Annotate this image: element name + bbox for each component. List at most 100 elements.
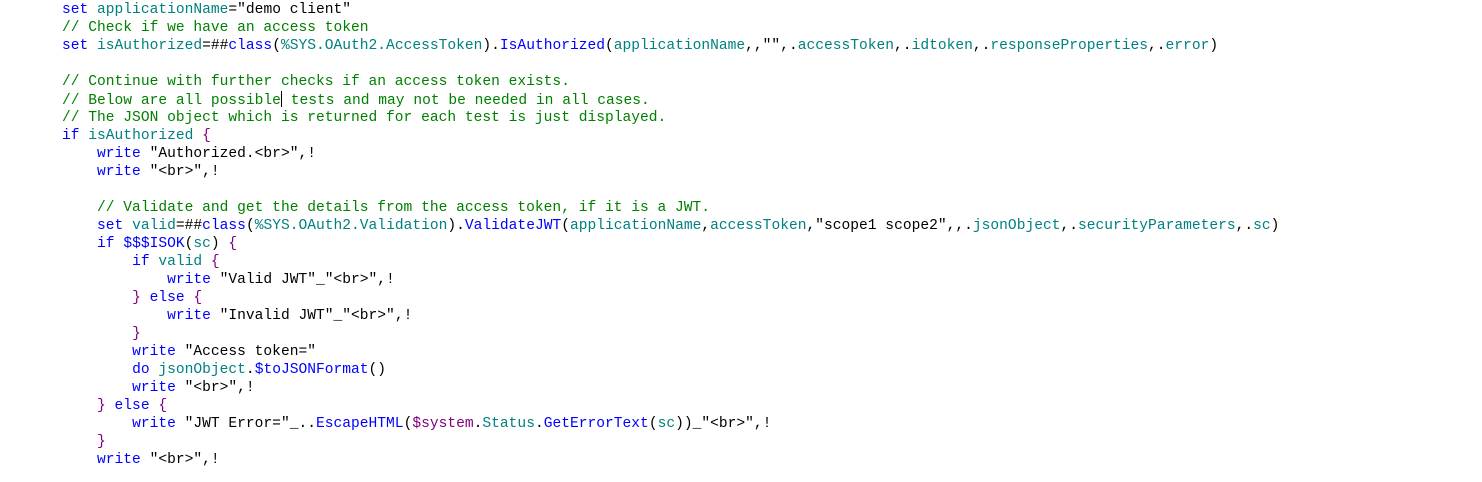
code-line[interactable]: write "<br>",! bbox=[62, 451, 1472, 469]
code-token: { bbox=[210, 254, 220, 270]
code-line[interactable]: if isAuthorized { bbox=[62, 127, 1472, 145]
code-line[interactable]: // Continue with further checks if an ac… bbox=[62, 73, 1472, 91]
code-token: accessToken bbox=[710, 218, 807, 234]
code-token: applicationName bbox=[570, 218, 702, 234]
code-line[interactable]: } bbox=[62, 433, 1472, 451]
code-token: $system bbox=[412, 416, 474, 432]
code-token: isAuthorized bbox=[97, 38, 203, 54]
code-token: "<br>" bbox=[149, 452, 203, 468]
code-token: , bbox=[701, 218, 711, 234]
code-line[interactable]: do jsonObject.$toJSONFormat() bbox=[62, 361, 1472, 379]
code-line[interactable]: // Validate and get the details from the… bbox=[62, 199, 1472, 217]
code-token: set bbox=[62, 2, 98, 18]
code-token: = bbox=[228, 2, 238, 18]
code-token: ,! bbox=[377, 272, 395, 288]
code-line[interactable]: set applicationName="demo client" bbox=[62, 1, 1472, 19]
code-token: ValidateJWT bbox=[464, 218, 562, 234]
code-token: ,! bbox=[394, 308, 413, 324]
code-token: ,! bbox=[202, 452, 220, 468]
code-line[interactable]: write "Authorized.<br>",! bbox=[62, 145, 1472, 163]
code-token: GetErrorText bbox=[543, 416, 649, 432]
code-line[interactable]: write "Invalid JWT"_"<br>",! bbox=[62, 307, 1472, 325]
code-line[interactable]: // Check if we have an access token bbox=[62, 19, 1472, 37]
code-token: ,,. bbox=[946, 218, 973, 234]
code-token: { bbox=[228, 236, 238, 252]
code-token: %SYS.OAuth2.Validation bbox=[254, 218, 448, 234]
code-token: { bbox=[193, 290, 203, 306]
code-line[interactable]: write "JWT Error="_..EscapeHTML($system.… bbox=[62, 415, 1472, 433]
code-line[interactable]: } else { bbox=[62, 289, 1472, 307]
code-token: IsAuthorized bbox=[499, 38, 606, 54]
code-token: ,. bbox=[1148, 38, 1166, 54]
code-token: ,. bbox=[1060, 218, 1078, 234]
code-token: _ bbox=[315, 272, 325, 288]
code-token: ) bbox=[1209, 38, 1219, 54]
code-token: tests and may not be needed in all cases… bbox=[281, 93, 650, 109]
code-token: write bbox=[132, 416, 185, 432]
code-line[interactable]: if $$$ISOK(sc) { bbox=[62, 235, 1472, 253]
code-token: valid bbox=[132, 218, 176, 234]
code-editor[interactable]: set applicationName="demo client"// Chec… bbox=[62, 1, 1472, 477]
code-line[interactable]: // Below are all possible tests and may … bbox=[62, 91, 1472, 109]
code-line[interactable]: write "<br>",! bbox=[62, 379, 1472, 397]
code-token: Status bbox=[482, 416, 535, 432]
code-token: // Check if we have an access token bbox=[62, 20, 369, 36]
code-token: ,! bbox=[298, 146, 316, 162]
code-token: write bbox=[167, 272, 220, 288]
code-token: %SYS.OAuth2.AccessToken bbox=[280, 38, 483, 54]
code-token: _ bbox=[333, 308, 343, 324]
code-token: "demo client" bbox=[237, 2, 352, 18]
code-token: write bbox=[97, 452, 150, 468]
code-token: . bbox=[245, 362, 255, 378]
code-token: class bbox=[202, 218, 246, 234]
code-token: =## bbox=[202, 38, 229, 54]
code-token: ,, bbox=[745, 38, 763, 54]
code-line[interactable]: set valid=##class(%SYS.OAuth2.Validation… bbox=[62, 217, 1472, 235]
code-token: write bbox=[132, 380, 185, 396]
code-token: "scope1 scope2" bbox=[815, 218, 947, 234]
code-line[interactable] bbox=[62, 181, 1472, 199]
code-token: ,. bbox=[972, 38, 991, 54]
code-line[interactable]: write "Access token=" bbox=[62, 343, 1472, 361]
code-line[interactable]: write "Valid JWT"_"<br>",! bbox=[62, 271, 1472, 289]
code-line[interactable]: } bbox=[62, 325, 1472, 343]
code-token: ( bbox=[605, 38, 614, 54]
code-token: ( bbox=[403, 416, 413, 432]
code-token: "Access token=" bbox=[184, 344, 316, 360]
code-token: accessToken bbox=[797, 38, 895, 54]
code-line[interactable]: if valid { bbox=[62, 253, 1472, 271]
code-token: ) bbox=[1270, 218, 1280, 234]
code-line[interactable]: // The JSON object which is returned for… bbox=[62, 109, 1472, 127]
code-line[interactable]: set isAuthorized=##class(%SYS.OAuth2.Acc… bbox=[62, 37, 1472, 55]
code-token: write bbox=[97, 146, 150, 162]
code-token: else bbox=[114, 398, 159, 414]
code-token: applicationName bbox=[613, 38, 746, 54]
code-token: EscapeHTML bbox=[315, 416, 404, 432]
code-token: "<br>" bbox=[149, 164, 203, 180]
code-token: write bbox=[97, 164, 150, 180]
code-token: ). bbox=[447, 218, 465, 234]
code-line[interactable] bbox=[62, 55, 1472, 73]
code-token: ) bbox=[210, 236, 229, 252]
code-token: ( bbox=[272, 38, 281, 54]
code-token: // The JSON object which is returned for… bbox=[62, 110, 667, 126]
code-token: () bbox=[368, 362, 387, 378]
code-line[interactable]: } else { bbox=[62, 397, 1472, 415]
code-token: set bbox=[97, 218, 133, 234]
code-token: // Below are all possible bbox=[62, 93, 281, 109]
code-token: , bbox=[806, 218, 816, 234]
code-token: "<br>" bbox=[701, 416, 754, 432]
code-line[interactable]: write "<br>",! bbox=[62, 163, 1472, 181]
code-token: "" bbox=[762, 38, 781, 54]
code-token: if bbox=[62, 128, 89, 144]
